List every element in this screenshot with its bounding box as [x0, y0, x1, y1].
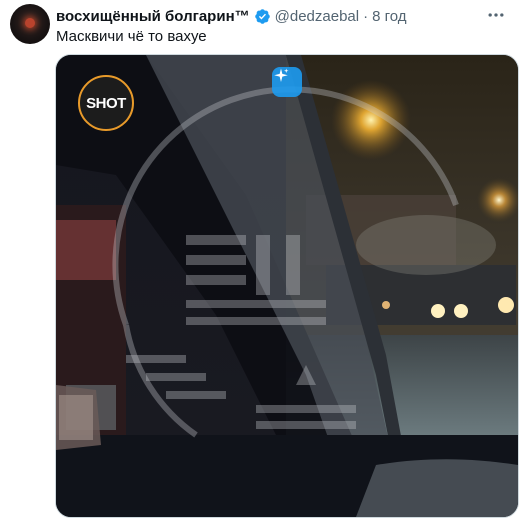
more-options-icon[interactable]: [482, 4, 510, 26]
tweet-text: Масквичи чё то вахуе: [56, 28, 207, 45]
video-frame: [56, 55, 518, 517]
tweet-header: восхищённый болгарин™ @dedzaebal · 8 год: [56, 6, 407, 26]
display-name[interactable]: восхищённый болгарин™: [56, 8, 250, 25]
separator: ·: [363, 7, 369, 25]
video-player[interactable]: SHOT: [55, 54, 519, 518]
tweet[interactable]: восхищённый болгарин™ @dedzaebal · 8 год…: [0, 0, 530, 525]
timestamp[interactable]: 8 год: [372, 8, 406, 25]
avatar[interactable]: [10, 4, 50, 44]
shot-logo: SHOT: [78, 75, 134, 131]
avatar-image-detail: [25, 18, 35, 28]
handle[interactable]: @dedzaebal: [275, 8, 359, 25]
verified-badge-icon: [254, 8, 270, 24]
sparkle-icon[interactable]: [272, 67, 302, 97]
shot-logo-text: SHOT: [86, 94, 126, 112]
